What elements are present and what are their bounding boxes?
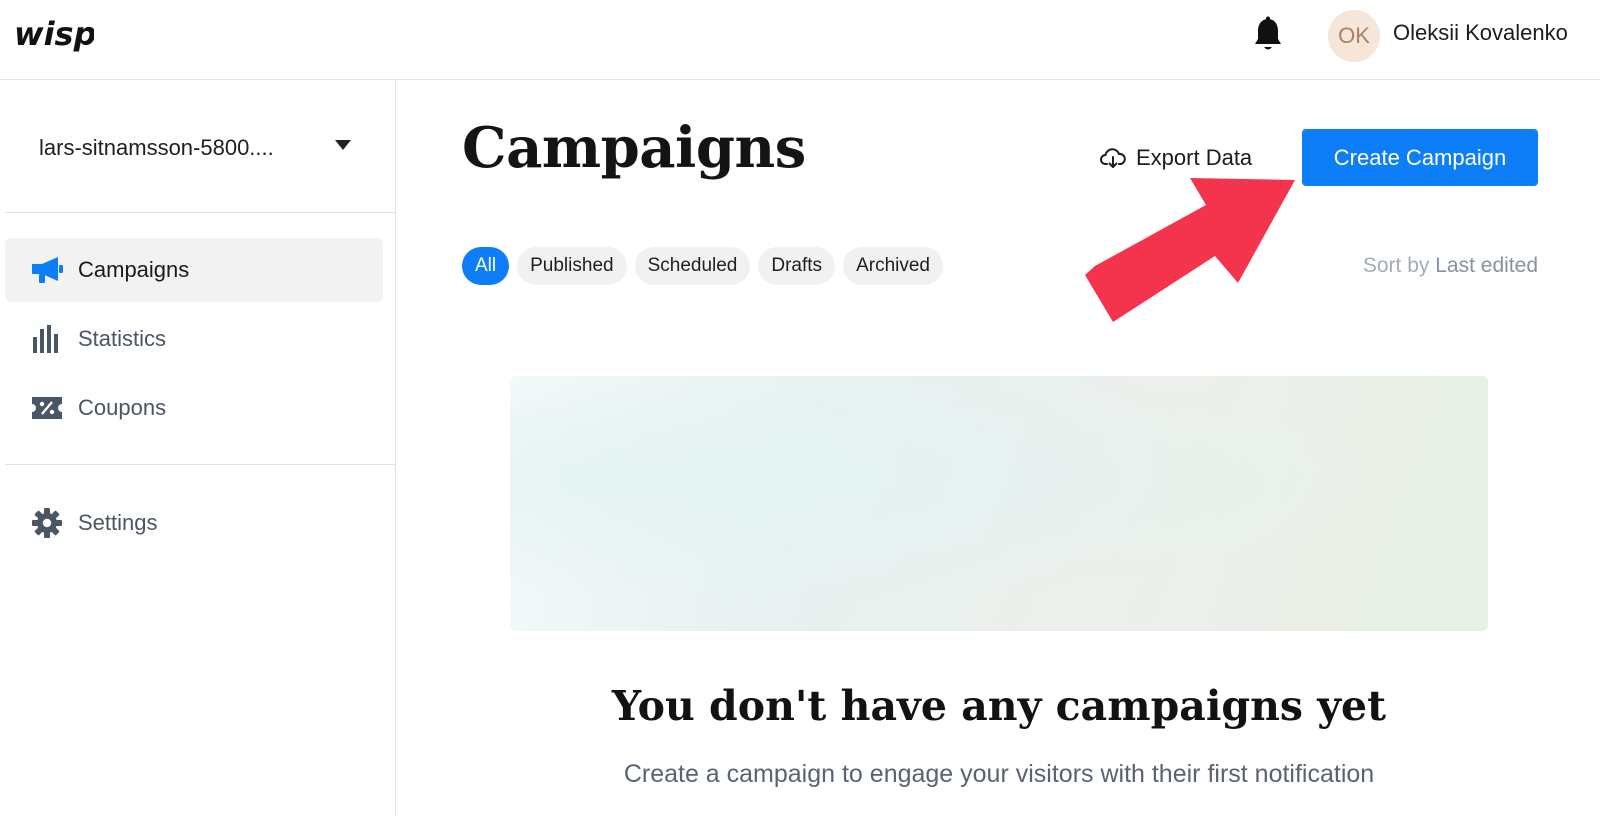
export-data-label: Export Data [1136,145,1253,170]
sidebar-item-label: Statistics [78,326,167,351]
filter-all[interactable]: All [462,247,510,285]
avatar-initials: OK [1338,23,1370,48]
sidebar-item-coupons[interactable]: Coupons [5,376,383,440]
filter-drafts[interactable]: Drafts [758,247,836,285]
sidebar: lars-sitnamsson-5800.... Campaigns Stati… [0,80,396,816]
sidebar-item-label: Settings [78,510,158,535]
empty-state-illustration [510,376,1488,631]
svg-text:wisp: wisp [14,15,94,53]
sidebar-item-label: Coupons [78,395,167,420]
avatar[interactable]: OK [1328,10,1380,62]
megaphone-icon [29,252,65,288]
filter-tabs: All Published Scheduled Drafts Archived [462,247,943,285]
sidebar-item-statistics[interactable]: Statistics [5,307,383,371]
workspace-selector[interactable]: lars-sitnamsson-5800.... [39,128,369,168]
bell-icon[interactable] [1252,16,1284,54]
wisp-logo[interactable]: wisp [14,14,94,54]
sidebar-divider [5,212,396,213]
caret-down-icon [335,140,351,150]
filter-archived[interactable]: Archived [843,247,943,285]
empty-state-title: You don't have any campaigns yet [611,682,1387,730]
export-data-button[interactable]: Export Data [1100,140,1252,176]
sort-prefix: Sort by [1362,254,1430,277]
annotation-arrow [1085,178,1295,322]
sort-control[interactable]: Sort by Last edited [1363,254,1538,278]
sidebar-divider [5,464,396,465]
sidebar-item-label: Campaigns [78,257,190,282]
top-bar: wisp OK Oleksii Kovalenko [0,0,1600,80]
gear-icon [29,505,65,541]
cloud-download-icon [1100,148,1126,168]
user-name[interactable]: Oleksii Kovalenko [1393,20,1568,46]
page-title: Campaigns [462,115,806,181]
bar-chart-icon [29,321,65,357]
coupon-icon [29,390,65,426]
empty-state-subtitle: Create a campaign to engage your visitor… [623,760,1375,788]
sidebar-item-campaigns[interactable]: Campaigns [5,238,383,302]
filter-published[interactable]: Published [517,247,627,285]
sidebar-item-settings[interactable]: Settings [5,491,383,555]
workspace-name: lars-sitnamsson-5800.... [39,135,274,160]
create-campaign-button[interactable]: Create Campaign [1302,129,1538,186]
sort-value: Last edited [1435,254,1538,277]
filter-scheduled[interactable]: Scheduled [634,247,751,285]
